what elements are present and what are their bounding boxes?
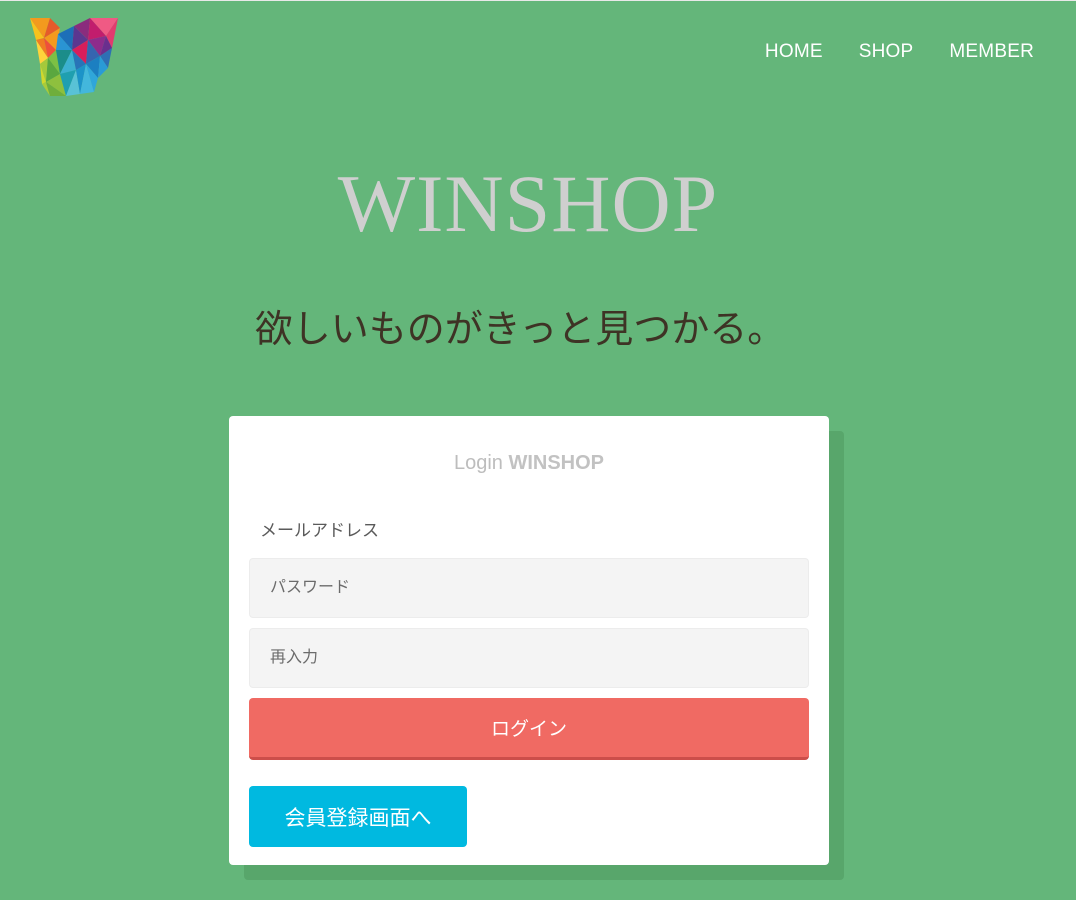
login-heading-brand: WINSHOP bbox=[508, 452, 605, 474]
login-heading-prefix: Login bbox=[453, 452, 503, 474]
register-button[interactable]: 会員登録画面へ bbox=[249, 786, 467, 847]
login-card: Login WINSHOP メールアドレス ログイン 会員登録画面へ bbox=[229, 416, 829, 865]
nav-shop-link[interactable]: SHOP bbox=[859, 41, 914, 63]
email-label: メールアドレス bbox=[260, 521, 379, 540]
login-heading: Login WINSHOP bbox=[229, 452, 829, 475]
winshop-logo[interactable] bbox=[28, 16, 122, 98]
top-border bbox=[0, 0, 1076, 1]
site-tagline: 欲しいものがきっと見つかる。 bbox=[254, 309, 786, 351]
login-button[interactable]: ログイン bbox=[249, 698, 809, 760]
password-input[interactable] bbox=[249, 558, 809, 618]
nav-home-link[interactable]: HOME bbox=[765, 41, 823, 63]
nav-member-link[interactable]: MEMBER bbox=[949, 41, 1034, 63]
password-reenter-input[interactable] bbox=[249, 628, 809, 688]
main-nav: HOME SHOP MEMBER bbox=[765, 41, 1034, 63]
w-logo-icon bbox=[30, 18, 118, 96]
site-title: WINSHOP bbox=[337, 158, 719, 249]
